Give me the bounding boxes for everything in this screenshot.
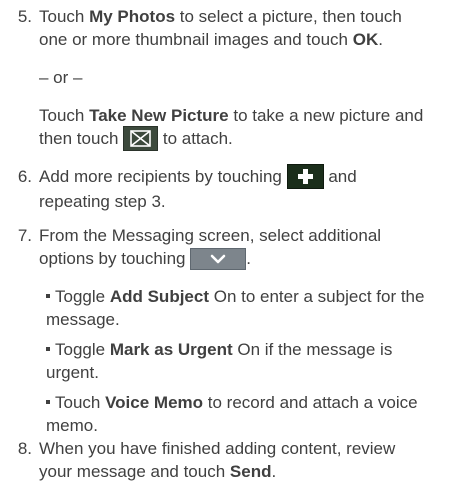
text: Toggle [55, 287, 110, 306]
text-line: options by touching . [39, 247, 475, 271]
text: to attach. [158, 129, 233, 148]
voice-memo-label: Voice Memo [105, 393, 204, 412]
add-subject-label: Add Subject [109, 287, 209, 306]
text: to record and attach a voice [203, 393, 418, 412]
text-line: Toggle Add Subject On to enter a subject… [46, 285, 472, 308]
my-photos-label: My Photos [89, 7, 176, 26]
text-line: Touch Take New Picture to take a new pic… [39, 104, 475, 127]
text: Touch [39, 106, 90, 125]
step-number: 6. [17, 167, 32, 186]
text: – or – [39, 68, 83, 87]
step-number: 5. [17, 7, 32, 26]
envelope-icon [123, 126, 159, 152]
step-text: From the Messaging screen, select additi… [39, 224, 475, 271]
take-new-picture-label: Take New Picture [89, 106, 229, 125]
text: and [323, 167, 357, 186]
text: On if the message is [232, 340, 393, 359]
text-line: Touch My Photos to select a picture, the… [39, 5, 475, 28]
text-line: Touch Voice Memo to record and attach a … [46, 391, 472, 414]
text-line: From the Messaging screen, select additi… [39, 226, 382, 245]
text-line: Toggle Mark as Urgent On if the message … [46, 338, 472, 361]
text-line: Add more recipients by touching and [39, 164, 475, 190]
text: to take a new picture and [228, 106, 424, 125]
bullet-mark-urgent: Toggle Mark as Urgent On if the message … [46, 338, 472, 384]
text: to select a picture, then touch [175, 7, 402, 26]
step-text: Touch My Photos to select a picture, the… [39, 5, 475, 51]
ok-label: OK [352, 30, 379, 49]
plus-icon [286, 164, 324, 190]
text: Add more recipients by touching [39, 167, 287, 186]
text-line: one or more thumbnail images and touch O… [39, 28, 475, 51]
text: one or more thumbnail images and touch [39, 30, 353, 49]
text: Touch [55, 393, 106, 412]
text: . [246, 249, 251, 268]
step-text: Add more recipients by touching and repe… [39, 164, 475, 213]
step-number: 7. [17, 226, 32, 245]
text-line: When you have finished adding content, r… [39, 439, 396, 458]
bullet-marker [46, 399, 50, 404]
or-separator: – or – [39, 66, 475, 89]
text: options by touching [39, 249, 191, 268]
bullet-marker [46, 293, 50, 298]
bullet-voice-memo: Touch Voice Memo to record and attach a … [46, 391, 472, 437]
text: Toggle [55, 340, 110, 359]
text: . [271, 462, 277, 481]
step-5-alt: Touch Take New Picture to take a new pic… [39, 104, 475, 152]
text: Touch [39, 7, 90, 26]
text: On to enter a subject for the [209, 287, 425, 306]
text-line: repeating step 3. [39, 192, 166, 212]
text-line: memo. [46, 416, 98, 435]
text-line: your message and touch Send. [39, 460, 475, 483]
step-text: When you have finished adding content, r… [39, 437, 475, 483]
text: your message and touch [39, 462, 230, 481]
text-line: then touch to attach. [39, 126, 475, 152]
send-label: Send [229, 462, 272, 481]
text-line: message. [46, 310, 120, 329]
mark-as-urgent-label: Mark as Urgent [109, 340, 233, 359]
bullet-marker [46, 346, 50, 351]
text: . [378, 30, 383, 49]
text: then touch [39, 129, 124, 148]
bullet-add-subject: Toggle Add Subject On to enter a subject… [46, 285, 472, 331]
text-line: urgent. [46, 363, 99, 382]
step-number: 8. [17, 439, 32, 458]
chevron-down-icon [190, 247, 247, 270]
